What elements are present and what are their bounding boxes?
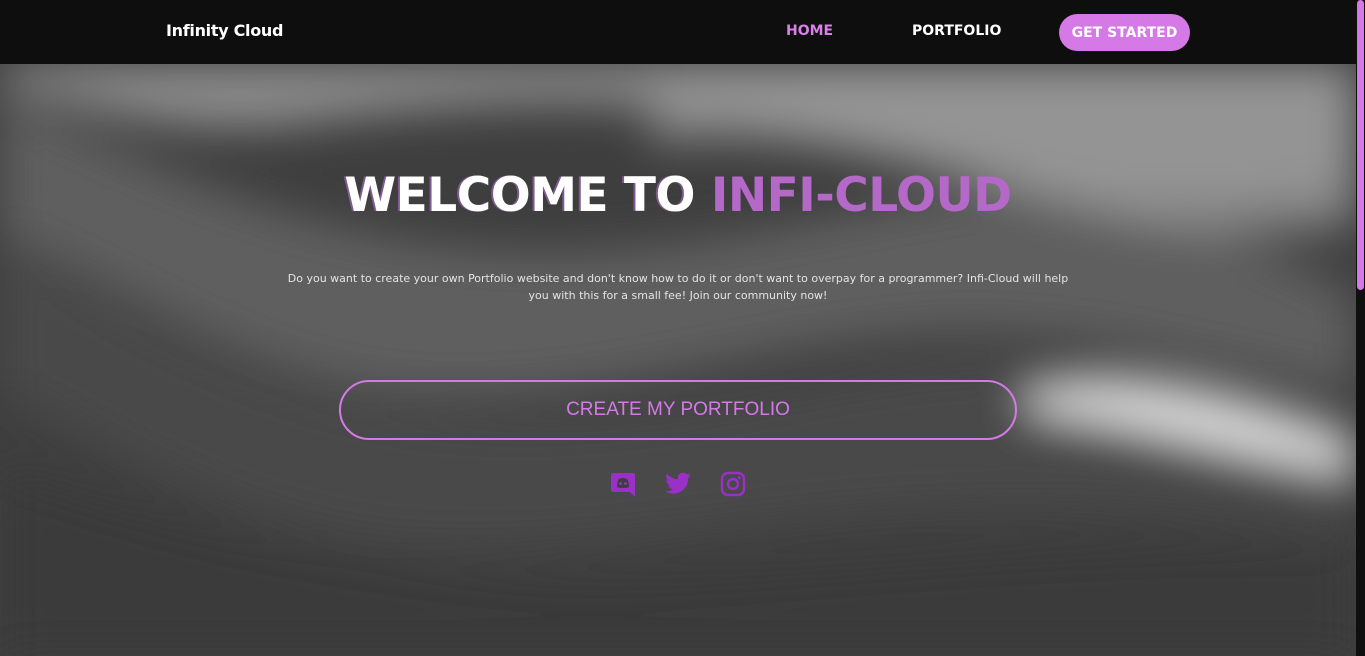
- navbar: Infinity Cloud HOME PORTFOLIO GET STARTE…: [0, 0, 1356, 64]
- hero-title-main: WELCOME TO: [344, 168, 695, 223]
- get-started-button[interactable]: GET STARTED: [1059, 14, 1190, 51]
- hero-title: WELCOME TO INFI-CLOUD: [0, 168, 1356, 223]
- discord-icon[interactable]: [609, 470, 637, 498]
- hero-background: [0, 64, 1356, 656]
- scrollbar[interactable]: [1356, 0, 1365, 656]
- page: Infinity Cloud HOME PORTFOLIO GET STARTE…: [0, 0, 1365, 656]
- twitter-icon[interactable]: [664, 470, 692, 498]
- hero-title-accent: INFI-CLOUD: [710, 168, 1012, 223]
- nav-link-home[interactable]: HOME: [786, 23, 833, 39]
- social-links: [0, 470, 1356, 500]
- hero-section: WELCOME TO INFI-CLOUD Do you want to cre…: [0, 64, 1356, 656]
- hero-description: Do you want to create your own Portfolio…: [287, 272, 1069, 302]
- brand-logo[interactable]: Infinity Cloud: [166, 21, 283, 40]
- scrollbar-thumb[interactable]: [1357, 0, 1364, 290]
- instagram-icon[interactable]: [719, 470, 747, 498]
- nav-link-portfolio[interactable]: PORTFOLIO: [912, 23, 1001, 39]
- create-portfolio-button[interactable]: CREATE MY PORTFOLIO: [339, 380, 1017, 440]
